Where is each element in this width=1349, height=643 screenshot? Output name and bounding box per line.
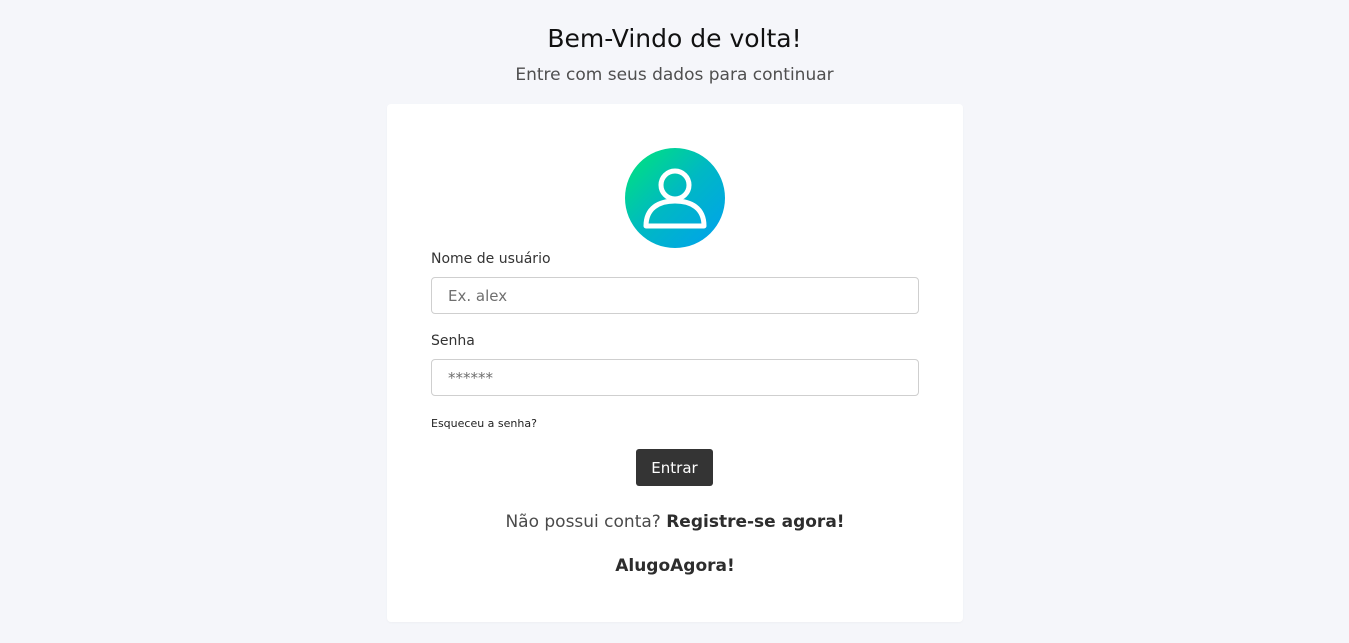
username-input[interactable] (431, 277, 919, 314)
login-card: Nome de usuário Senha Esqueceu a senha? … (387, 104, 963, 622)
login-page: Bem-Vindo de volta! Entre com seus dados… (0, 0, 1349, 643)
register-prompt-text: Não possui conta? (505, 512, 661, 532)
page-title: Bem-Vindo de volta! (547, 24, 802, 53)
password-label: Senha (431, 333, 475, 349)
user-avatar-icon (625, 148, 725, 248)
login-button[interactable]: Entrar (636, 449, 713, 486)
page-subtitle: Entre com seus dados para continuar (515, 65, 834, 85)
register-link[interactable]: Registre-se agora! (666, 512, 844, 532)
brand-name: AlugoAgora! (615, 556, 735, 576)
register-prompt: Não possui conta? Registre-se agora! (387, 510, 963, 534)
password-input[interactable] (431, 359, 919, 396)
user-icon (643, 168, 707, 229)
forgot-password-link[interactable]: Esqueceu a senha? (431, 416, 537, 432)
username-label: Nome de usuário (431, 251, 551, 267)
